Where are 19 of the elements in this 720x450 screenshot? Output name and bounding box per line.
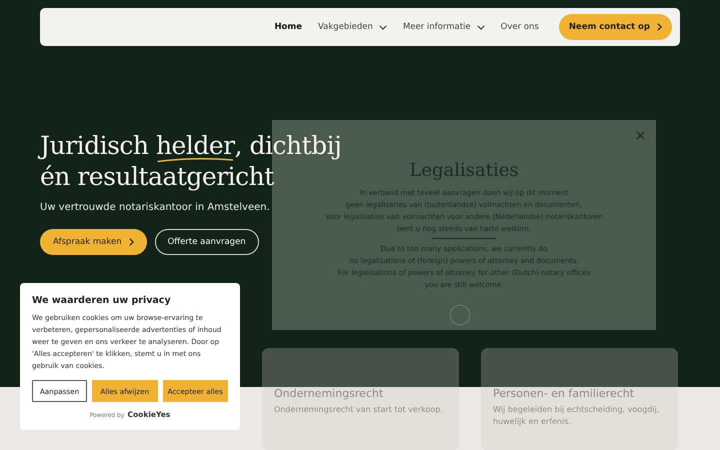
hero-heading: Juridisch helder, dichtbij én resultaatgericht <box>40 130 342 192</box>
nav-link[interactable]: Meer informatie <box>402 22 485 32</box>
nav-link[interactable]: Over ons <box>500 22 539 32</box>
nav-link[interactable]: Home <box>274 22 302 32</box>
card-title: Ondernemingsrecht <box>274 387 384 400</box>
quote-button[interactable]: Offerte aanvragen <box>154 229 259 255</box>
underline-swoosh-icon <box>156 157 235 163</box>
contact-button[interactable]: Neem contact op <box>558 14 672 40</box>
nav-link[interactable]: Vakgebieden <box>318 22 387 32</box>
card-text: Wij begeleiden bij echtscheiding, voogdij, huwelijk en erfenis. <box>493 404 660 428</box>
chevron-right-icon <box>128 238 134 246</box>
appointment-button[interactable]: Afspraak maken <box>40 229 147 255</box>
chevron-right-icon <box>657 23 662 31</box>
cookie-title: We waarderen uw privacy <box>32 295 172 306</box>
hero-subtitle: Uw vertrouwde notariskantoor in Amstelveen. <box>40 202 270 213</box>
card-title: Personen- en familierecht <box>493 387 636 400</box>
loading-spinner-icon <box>449 304 471 326</box>
close-icon[interactable] <box>636 131 645 140</box>
card-text: Ondernemingsrecht van start tot verkoop. <box>274 404 444 416</box>
